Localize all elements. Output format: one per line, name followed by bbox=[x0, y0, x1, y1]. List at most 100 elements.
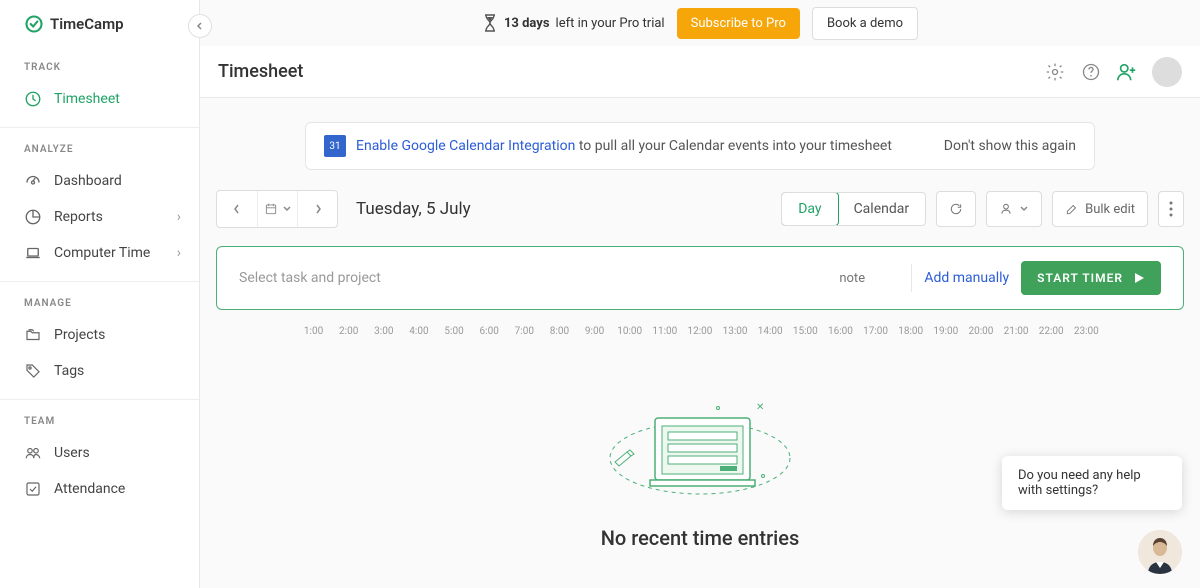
help-button[interactable] bbox=[1080, 61, 1102, 83]
timeline-hour: 8:00 bbox=[542, 326, 577, 337]
hourglass-icon bbox=[482, 14, 498, 32]
sidebar-item-users[interactable]: Users bbox=[0, 435, 199, 471]
sidebar-label: Attendance bbox=[54, 481, 125, 497]
timeline-hour: 20:00 bbox=[963, 326, 998, 337]
trial-rest: left in your Pro trial bbox=[556, 16, 665, 31]
nav-header-team: TEAM bbox=[0, 416, 199, 435]
timeline-ruler: 1:002:003:004:005:006:007:008:009:0010:0… bbox=[216, 326, 1184, 350]
subscribe-button[interactable]: Subscribe to Pro bbox=[677, 8, 800, 39]
help-chat-avatar[interactable] bbox=[1138, 530, 1182, 574]
calendar-icon bbox=[264, 202, 278, 216]
timeline-hour: 6:00 bbox=[472, 326, 507, 337]
brand-logo: TimeCamp bbox=[0, 0, 199, 48]
sidebar-item-computer-time[interactable]: Computer Time › bbox=[0, 235, 199, 271]
sidebar-label: Computer Time bbox=[54, 245, 150, 261]
timeline-hour: 12:00 bbox=[682, 326, 717, 337]
timeline-hour: 4:00 bbox=[401, 326, 436, 337]
sidebar-item-tags[interactable]: Tags bbox=[0, 353, 199, 389]
person-avatar-icon bbox=[1138, 530, 1182, 574]
prev-day-button[interactable] bbox=[217, 191, 257, 227]
time-entry-row: Add manually START TIMER bbox=[216, 246, 1184, 310]
view-toggle: Day Calendar bbox=[781, 192, 926, 226]
dismiss-banner-button[interactable]: Don't show this again bbox=[944, 138, 1076, 154]
date-picker-button[interactable] bbox=[257, 191, 297, 227]
invite-user-button[interactable] bbox=[1116, 61, 1138, 83]
task-input[interactable] bbox=[239, 270, 827, 286]
user-avatar[interactable] bbox=[1152, 57, 1182, 87]
brand-name: TimeCamp bbox=[50, 15, 124, 33]
add-manually-link[interactable]: Add manually bbox=[924, 270, 1009, 286]
timeline-hour: 14:00 bbox=[753, 326, 788, 337]
enable-calendar-link[interactable]: Enable Google Calendar Integration bbox=[356, 138, 575, 154]
sidebar-label: Projects bbox=[54, 327, 105, 343]
more-button[interactable] bbox=[1158, 191, 1184, 227]
refresh-button[interactable] bbox=[936, 191, 976, 227]
clock-icon bbox=[24, 90, 42, 108]
chevron-right-icon: › bbox=[177, 209, 181, 225]
timeline-hour: 23:00 bbox=[1069, 326, 1104, 337]
folder-icon bbox=[24, 326, 42, 344]
timeline-hour: 15:00 bbox=[788, 326, 823, 337]
laptop-icon bbox=[24, 244, 42, 262]
timeline-hour: 18:00 bbox=[893, 326, 928, 337]
chevron-left-icon bbox=[232, 203, 242, 215]
sidebar-item-timesheet[interactable]: Timesheet bbox=[0, 81, 199, 117]
question-icon bbox=[1081, 62, 1101, 82]
start-timer-button[interactable]: START TIMER bbox=[1021, 261, 1161, 295]
gear-icon bbox=[1045, 62, 1065, 82]
svg-text:✕: ✕ bbox=[756, 402, 764, 413]
users-icon bbox=[24, 444, 42, 462]
collapse-sidebar-button[interactable] bbox=[188, 14, 212, 38]
settings-button[interactable] bbox=[1044, 61, 1066, 83]
sidebar-item-dashboard[interactable]: Dashboard bbox=[0, 163, 199, 199]
chevron-right-icon: › bbox=[177, 245, 181, 261]
refresh-icon bbox=[949, 202, 963, 216]
help-chat-bubble[interactable]: Do you need any help with settings? bbox=[1002, 456, 1182, 510]
sidebar-item-projects[interactable]: Projects bbox=[0, 317, 199, 353]
user-plus-icon bbox=[1116, 62, 1138, 82]
checkbox-icon bbox=[24, 480, 42, 498]
view-calendar-tab[interactable]: Calendar bbox=[838, 193, 926, 225]
sidebar-label: Users bbox=[54, 445, 90, 461]
empty-state-title: No recent time entries bbox=[216, 526, 1184, 550]
bulk-edit-button[interactable]: Bulk edit bbox=[1052, 191, 1148, 227]
next-day-button[interactable] bbox=[297, 191, 337, 227]
note-input[interactable] bbox=[839, 271, 899, 286]
timeline-hour: 19:00 bbox=[928, 326, 963, 337]
sidebar-item-reports[interactable]: Reports › bbox=[0, 199, 199, 235]
sidebar-label: Tags bbox=[54, 363, 84, 379]
empty-state-illustration: ✕ bbox=[600, 380, 800, 510]
tag-icon bbox=[24, 362, 42, 380]
book-demo-button[interactable]: Book a demo bbox=[812, 7, 918, 40]
timeline-hour: 22:00 bbox=[1034, 326, 1069, 337]
timecamp-logo-icon bbox=[24, 14, 44, 34]
calendar-integration-banner: 31 Enable Google Calendar Integration to… bbox=[305, 122, 1095, 170]
edit-icon bbox=[1065, 202, 1079, 216]
view-day-tab[interactable]: Day bbox=[781, 192, 838, 226]
chevron-left-icon bbox=[195, 21, 205, 31]
timeline-hour: 13:00 bbox=[718, 326, 753, 337]
timeline-hour: 17:00 bbox=[858, 326, 893, 337]
timeline-hour: 11:00 bbox=[647, 326, 682, 337]
trial-notice: 13 days left in your Pro trial bbox=[482, 14, 665, 32]
sidebar-item-attendance[interactable]: Attendance bbox=[0, 471, 199, 507]
nav-header-analyze: ANALYZE bbox=[0, 144, 199, 163]
timeline-hour: 10:00 bbox=[612, 326, 647, 337]
play-icon bbox=[1133, 272, 1145, 284]
timeline-hour: 9:00 bbox=[577, 326, 612, 337]
nav-header-track: TRACK bbox=[0, 62, 199, 81]
chart-icon bbox=[24, 208, 42, 226]
user-icon bbox=[999, 202, 1013, 216]
chevron-down-icon bbox=[282, 204, 292, 214]
user-filter-button[interactable] bbox=[986, 191, 1042, 227]
current-date: Tuesday, 5 July bbox=[356, 199, 471, 219]
sidebar-label: Reports bbox=[54, 209, 103, 225]
start-timer-label: START TIMER bbox=[1037, 271, 1123, 285]
bulk-edit-label: Bulk edit bbox=[1085, 202, 1135, 217]
timeline-hour: 1:00 bbox=[296, 326, 331, 337]
timeline-hour: 2:00 bbox=[331, 326, 366, 337]
dots-vertical-icon bbox=[1169, 201, 1173, 217]
sidebar-label: Dashboard bbox=[54, 173, 122, 189]
nav-header-manage: MANAGE bbox=[0, 298, 199, 317]
calendar-badge-icon: 31 bbox=[324, 135, 346, 157]
